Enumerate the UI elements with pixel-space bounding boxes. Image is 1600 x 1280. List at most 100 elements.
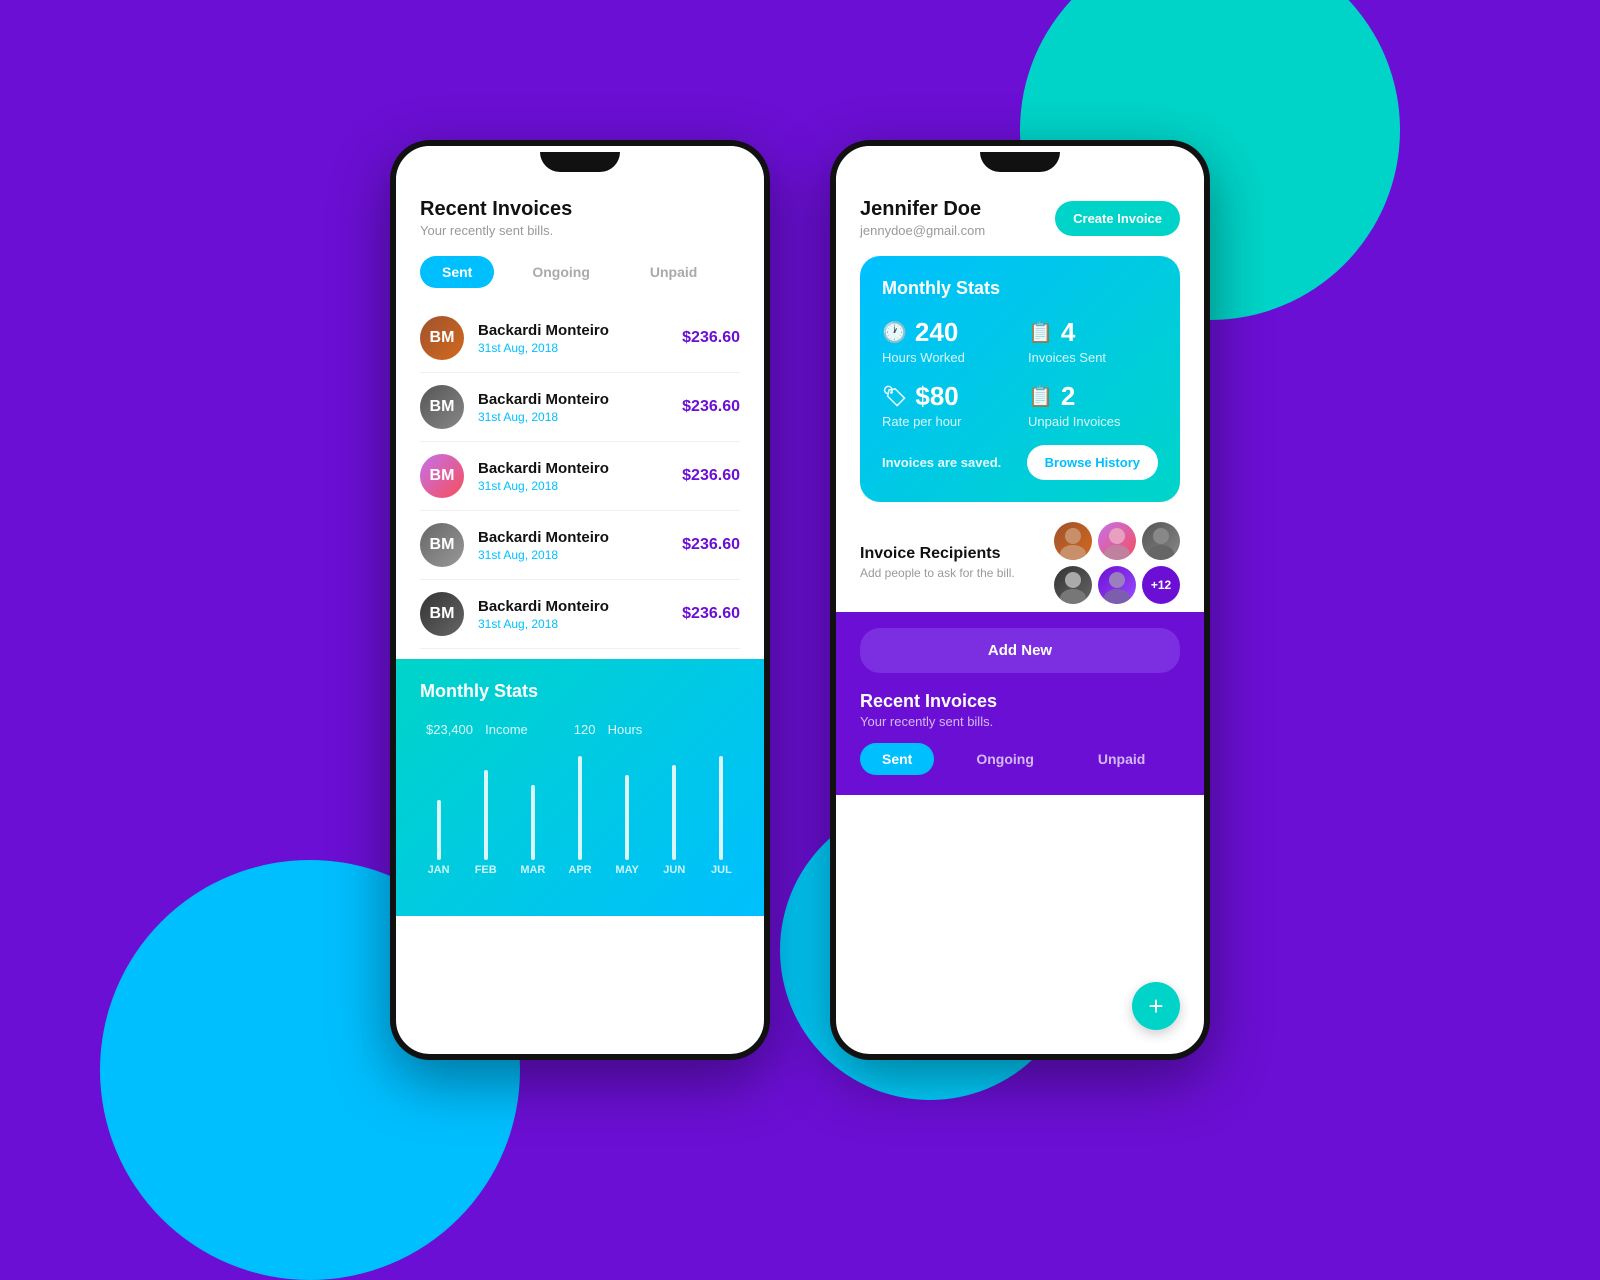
ms-hours-worked: 🕐 240 Hours Worked — [882, 317, 1012, 365]
ms-unpaid-val: 📋 2 — [1028, 381, 1158, 412]
right-recent-subtitle: Your recently sent bills. — [860, 714, 1180, 729]
invoice-name-4: Backardi Monteiro — [478, 529, 682, 546]
bar-col: JUL — [703, 756, 740, 876]
bar-col: APR — [561, 756, 598, 876]
avatar-1: BM — [420, 316, 464, 360]
bar-col: JUN — [656, 756, 693, 876]
recipients-avatars: +12 — [1054, 522, 1180, 604]
bar-col: MAY — [609, 756, 646, 876]
tab-unpaid-left[interactable]: Unpaid — [628, 256, 719, 288]
add-new-button[interactable]: Add New — [860, 628, 1180, 673]
bar-col: FEB — [467, 756, 504, 876]
invoice-amount-5: $236.60 — [682, 605, 740, 623]
invoice-name-2: Backardi Monteiro — [478, 391, 682, 408]
profile-email: jennydoe@gmail.com — [860, 223, 985, 238]
bar-col: MAR — [514, 756, 551, 876]
left-phone-content: Recent Invoices Your recently sent bills… — [396, 178, 764, 649]
recipient-avatar-plus[interactable]: +12 — [1142, 566, 1180, 604]
bar-fill — [437, 800, 441, 860]
recipients-section: Invoice Recipients Add people to ask for… — [836, 522, 1204, 604]
ms-hours-worked-val: 🕐 240 — [882, 317, 1012, 348]
avatar-3: BM — [420, 454, 464, 498]
bar-fill — [531, 785, 535, 860]
tab2-sent[interactable]: Sent — [860, 743, 934, 775]
ms-rate-label: Rate per hour — [882, 414, 1012, 429]
invoice-date-5: 31st Aug, 2018 — [478, 617, 682, 631]
recipient-avatar-5[interactable] — [1098, 566, 1136, 604]
monthly-stats-card: Monthly Stats 🕐 240 Hours Worked 📋 4 — [860, 256, 1180, 502]
invoice-name-5: Backardi Monteiro — [478, 598, 682, 615]
ms-invoices-sent-val: 📋 4 — [1028, 317, 1158, 348]
bar-fill — [484, 770, 488, 860]
tab2-unpaid[interactable]: Unpaid — [1076, 743, 1167, 775]
left-title: Recent Invoices — [420, 198, 740, 221]
right-phone-content: Jennifer Doe jennydoe@gmail.com Create I… — [836, 178, 1204, 502]
invoice-name-1: Backardi Monteiro — [478, 322, 682, 339]
phone-notch-right — [836, 146, 1204, 178]
recipient-avatar-1[interactable] — [1054, 522, 1092, 560]
recipient-avatar-4[interactable] — [1054, 566, 1092, 604]
invoice-item[interactable]: BM Backardi Monteiro 31st Aug, 2018 $236… — [420, 580, 740, 649]
bar-label: MAR — [520, 864, 545, 876]
invoice-name-3: Backardi Monteiro — [478, 460, 682, 477]
tab-ongoing-left[interactable]: Ongoing — [510, 256, 612, 288]
invoice-item[interactable]: BM Backardi Monteiro 31st Aug, 2018 $236… — [420, 442, 740, 511]
ms-hours: 120 Hours — [568, 714, 643, 740]
recipients-row: Invoice Recipients Add people to ask for… — [860, 522, 1180, 604]
avatar-4: BM — [420, 523, 464, 567]
invoice-info-2: Backardi Monteiro 31st Aug, 2018 — [478, 391, 682, 424]
invoice-info-1: Backardi Monteiro 31st Aug, 2018 — [478, 322, 682, 355]
invoice-info-4: Backardi Monteiro 31st Aug, 2018 — [478, 529, 682, 562]
invoice-list: BM Backardi Monteiro 31st Aug, 2018 $236… — [420, 304, 740, 649]
ms-hours-value: 120 Hours — [568, 714, 643, 740]
profile-row: Jennifer Doe jennydoe@gmail.com Create I… — [860, 198, 1180, 238]
ms-card-bottom: Invoices are saved. Browse History — [882, 445, 1158, 480]
bar-label: JAN — [428, 864, 450, 876]
avatar-2: BM — [420, 385, 464, 429]
clock-icon: 🕐 — [882, 320, 907, 345]
avatar-5: BM — [420, 592, 464, 636]
bar-fill — [719, 756, 723, 860]
invoice-amount-4: $236.60 — [682, 536, 740, 554]
ms-unpaid-label: Unpaid Invoices — [1028, 414, 1158, 429]
ms-invoices-sent-label: Invoices Sent — [1028, 350, 1158, 365]
profile-info: Jennifer Doe jennydoe@gmail.com — [860, 198, 985, 238]
left-subtitle: Your recently sent bills. — [420, 223, 740, 238]
invoice-amount-1: $236.60 — [682, 329, 740, 347]
ms-card-title: Monthly Stats — [882, 278, 1158, 299]
tag-icon: 🏷 — [882, 384, 907, 409]
recipients-subtitle: Add people to ask for the bill. — [860, 565, 1015, 582]
purple-section: Add New Recent Invoices Your recently se… — [836, 612, 1204, 795]
invoice-date-3: 31st Aug, 2018 — [478, 479, 682, 493]
phone-notch-left — [396, 146, 764, 178]
bar-label: JUN — [663, 864, 685, 876]
invoice-info-3: Backardi Monteiro 31st Aug, 2018 — [478, 460, 682, 493]
phones-container: Recent Invoices Your recently sent bills… — [390, 140, 1210, 1060]
tab-sent-left[interactable]: Sent — [420, 256, 494, 288]
bar-fill — [625, 775, 629, 860]
invoice-amount-2: $236.60 — [682, 398, 740, 416]
invoice-icon: 📋 — [1028, 384, 1053, 409]
bar-fill — [578, 756, 582, 860]
phone-left: Recent Invoices Your recently sent bills… — [390, 140, 770, 1060]
ms-unpaid: 📋 2 Unpaid Invoices — [1028, 381, 1158, 429]
bar-label: MAY — [615, 864, 638, 876]
invoice-item[interactable]: BM Backardi Monteiro 31st Aug, 2018 $236… — [420, 373, 740, 442]
recipient-avatar-3[interactable] — [1142, 522, 1180, 560]
invoice-item[interactable]: BM Backardi Monteiro 31st Aug, 2018 $236… — [420, 511, 740, 580]
recipients-title: Invoice Recipients — [860, 545, 1015, 563]
recipient-avatar-2[interactable] — [1098, 522, 1136, 560]
phone-right: Jennifer Doe jennydoe@gmail.com Create I… — [830, 140, 1210, 1060]
bar-label: JUL — [711, 864, 732, 876]
browse-history-button[interactable]: Browse History — [1027, 445, 1158, 480]
ms-invoices-sent: 📋 4 Invoices Sent — [1028, 317, 1158, 365]
tab2-ongoing[interactable]: Ongoing — [954, 743, 1056, 775]
recipients-left: Invoice Recipients Add people to ask for… — [860, 545, 1015, 582]
create-invoice-button[interactable]: Create Invoice — [1055, 201, 1180, 236]
invoice-item[interactable]: BM Backardi Monteiro 31st Aug, 2018 $236… — [420, 304, 740, 373]
left-tabs: Sent Ongoing Unpaid — [420, 256, 740, 288]
fab-button[interactable]: + — [1132, 982, 1180, 1030]
ms-saved-text: Invoices are saved. — [882, 455, 1001, 470]
notch-bar-right — [980, 152, 1060, 172]
invoice-date-1: 31st Aug, 2018 — [478, 341, 682, 355]
